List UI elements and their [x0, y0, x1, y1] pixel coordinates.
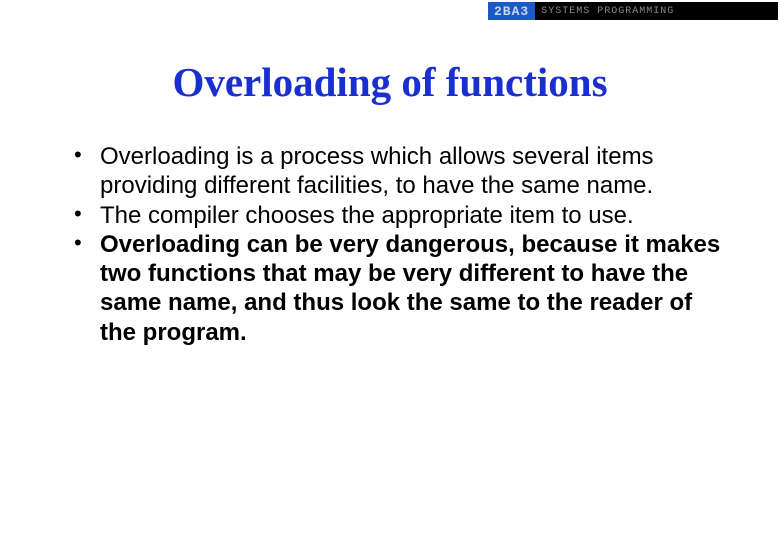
- bullet-list: Overloading is a process which allows se…: [48, 142, 732, 347]
- slide-body: Overloading of functions Overloading is …: [0, 0, 780, 347]
- list-item: Overloading is a process which allows se…: [68, 142, 732, 201]
- bullet-text: Overloading is a process which allows se…: [100, 143, 654, 199]
- list-item: Overloading can be very dangerous, becau…: [68, 230, 732, 347]
- list-item: The compiler chooses the appropriate ite…: [68, 201, 732, 230]
- bullet-text: Overloading can be very dangerous, becau…: [100, 231, 720, 346]
- bullet-text: The compiler chooses the appropriate ite…: [100, 202, 634, 229]
- slide-title: Overloading of functions: [48, 58, 732, 106]
